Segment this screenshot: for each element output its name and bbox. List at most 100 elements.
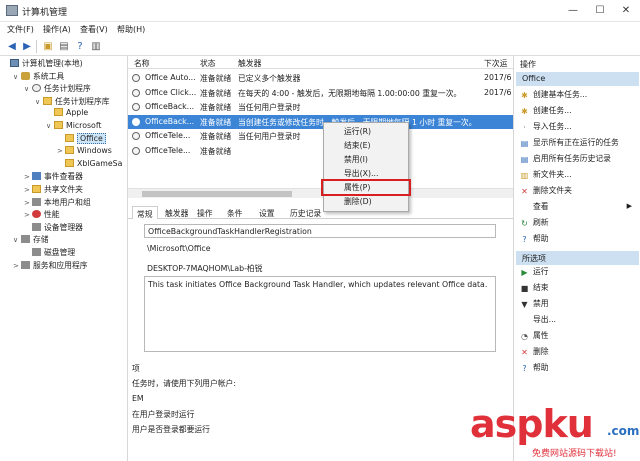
column-status[interactable]: 状态 [200,58,216,69]
action-import-task[interactable]: · 导入任务... [520,121,638,134]
task-clock-icon [132,146,140,155]
run-whether-logged-on-option[interactable]: 用户是否登录都要运行 [132,424,210,435]
tree-item-label: 计算机管理(本地) [22,59,83,68]
context-menu-delete[interactable]: 删除(D) [324,195,408,209]
action-view[interactable]: 查看 ▶ [520,201,638,214]
tree-item[interactable]: ∨ 任务计划程序库 [0,96,127,109]
action-pane-icon[interactable]: ▥ [89,40,103,53]
task-row[interactable]: OfficeTele... 准备就绪 当任何用户登录时 [128,129,513,143]
task-name: OfficeTele... [145,145,191,155]
tree-item[interactable]: 计算机管理(本地) [0,58,127,71]
tree-item[interactable]: Office [0,132,127,147]
tree-item[interactable]: > 共享文件夹 [0,184,127,197]
create-task-icon: ✱ [521,107,528,116]
tree-item[interactable]: > 本地用户和组 [0,197,127,210]
task-status: 准备就绪 [200,117,232,127]
expander-icon[interactable]: > [24,173,32,181]
forward-arrow-icon[interactable]: ▶ [20,40,34,53]
expander-icon[interactable]: ∨ [24,85,32,93]
action-show-running-tasks[interactable]: ▤ 显示所有正在运行的任务 [520,137,638,150]
tree-item[interactable]: > 服务和应用程序 [0,260,127,273]
folder-icon [43,96,52,105]
action-run[interactable]: ▶ 运行 [520,266,638,279]
task-row[interactable]: Office Click... 准备就绪 在每天的 4:00 - 触发后，无限期地每… [128,86,513,100]
minimize-button[interactable]: — [560,2,586,20]
expander-icon[interactable]: > [13,262,21,270]
expander-icon[interactable]: > [24,211,32,219]
action-disable[interactable]: ▼ 禁用 [520,298,638,311]
tab-actions[interactable]: 操作 [193,206,217,219]
menu-bar: 文件(F) 操作(A) 查看(V) 帮助(H) [0,22,640,37]
task-row[interactable]: OfficeBack...准备就绪当创建任务或修改任务时 - 触发后，无限期地每… [128,114,513,129]
tree-item[interactable]: > Windows [0,146,127,159]
back-arrow-icon[interactable]: ◀ [5,40,19,53]
actions-section-office[interactable]: Office [516,72,639,86]
action-enable-task-history[interactable]: ▤ 启用所有任务历史记录 [520,153,638,166]
watermark-domain: .com [607,424,640,438]
expander-icon[interactable]: > [24,199,32,207]
export-icon [520,314,529,323]
run-only-logged-on-option[interactable]: 在用户登录时运行 [132,409,194,420]
help-icon[interactable]: ? [73,40,87,53]
expander-icon[interactable]: > [57,147,65,155]
task-description[interactable]: This task initiates Office Background Ta… [144,276,496,352]
action-properties[interactable]: ◔ 属性 [520,330,638,343]
context-menu-run[interactable]: 运行(R) [324,125,408,139]
properties-icon: ◔ [521,332,528,341]
expander-icon[interactable]: ∨ [35,98,43,106]
action-refresh[interactable]: ↻ 刷新 [520,217,638,230]
action-create-task[interactable]: ✱ 创建任务... [520,105,638,118]
task-row[interactable]: OfficeTele... 准备就绪 [128,144,513,158]
column-trigger[interactable]: 触发器 [238,58,261,69]
tree-item[interactable]: ∨ Microsoft [0,120,127,134]
action-help-selected[interactable]: ? 帮助 [520,362,638,375]
tab-general[interactable]: 常规 [132,206,158,219]
tab-triggers[interactable]: 触发器 [161,206,192,219]
show-hide-tree-icon[interactable]: ▤ [57,40,71,53]
maximize-button[interactable]: ☐ [587,2,613,20]
expander-icon[interactable]: ∨ [13,73,21,81]
tree-item[interactable]: ∨ 系统工具 [0,71,127,84]
menu-file[interactable]: 文件(F) [7,24,34,35]
tree-item[interactable]: XblGameSa [0,158,127,172]
expander-icon[interactable]: > [24,186,32,194]
task-next-run: 2017/6 [484,87,512,97]
action-export[interactable]: 导出... [520,314,638,327]
column-name[interactable]: 名称 [134,58,150,69]
tree-item[interactable]: > 性能 [0,209,127,222]
action-create-basic-task[interactable]: ✱ 创建基本任务... [520,89,638,102]
tree-item[interactable]: 磁盘管理 [0,247,127,260]
context-menu-disable[interactable]: 禁用(I) [324,153,408,167]
tree-item[interactable]: 设备管理器 [0,222,127,235]
tree-item[interactable]: ∨ 任务计划程序 [0,83,127,96]
context-menu-end[interactable]: 结束(E) [324,139,408,153]
scrollbar-thumb[interactable] [142,191,292,197]
action-end[interactable]: ■ 结束 [520,282,638,295]
folder-up-icon[interactable]: ▣ [41,40,55,53]
close-button[interactable]: ✕ [613,2,639,20]
details-tabs: 常规 触发器 操作 条件 设置 历史记录 [128,206,513,219]
menu-help[interactable]: 帮助(H) [117,24,145,35]
tree-item[interactable]: Apple [0,108,127,121]
column-next-run[interactable]: 下次运 [484,58,507,69]
tab-conditions[interactable]: 条件 [223,206,247,219]
action-new-folder[interactable]: ▥ 新文件夹... [520,169,638,182]
tab-settings[interactable]: 设置 [255,206,279,219]
expander-icon[interactable]: ∨ [46,122,54,130]
tree-item[interactable]: ∨ 存储 [0,234,127,247]
task-name-field[interactable]: OfficeBackgroundTaskHandlerRegistration [144,224,496,238]
tab-history[interactable]: 历史记录 [286,206,325,219]
task-row[interactable]: OfficeBack... 准备就绪 当任何用户登录时 [128,100,513,114]
actions-section-selected[interactable]: 所选项 [516,251,639,265]
action-help[interactable]: ? 帮助 [520,233,638,246]
tree-item[interactable]: > 事件查看器 [0,171,127,184]
tree-item-label: Microsoft [66,120,102,130]
action-delete[interactable]: ✕ 删除 [520,346,638,359]
menu-view[interactable]: 查看(V) [80,24,108,35]
menu-action[interactable]: 操作(A) [43,24,71,35]
enable-task-history-icon: ▤ [520,155,529,164]
task-row[interactable]: Office Auto... 准备就绪 已定义多个触发器 2017/6 [128,71,513,85]
tree-item-label: 任务计划程序库 [55,96,110,106]
action-delete-folder[interactable]: ✕ 删除文件夹 [520,185,638,198]
expander-icon[interactable]: ∨ [13,236,21,244]
